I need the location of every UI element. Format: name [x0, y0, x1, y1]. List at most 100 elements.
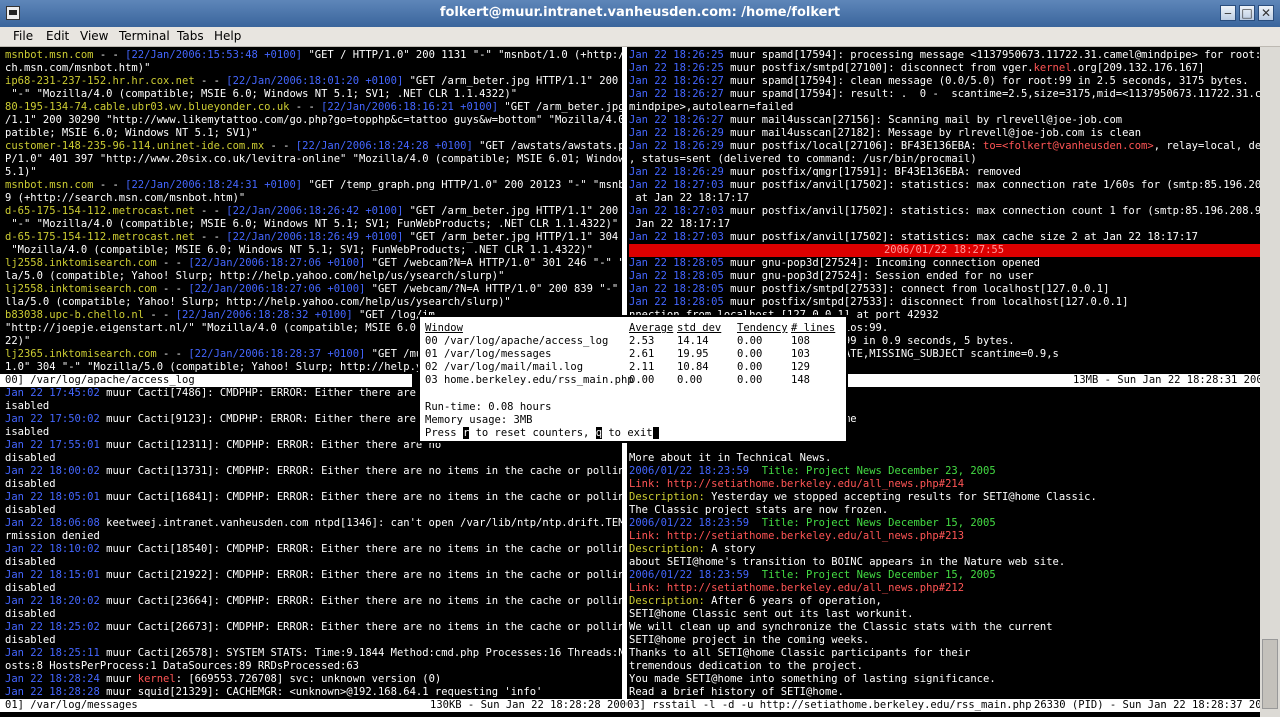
access-log-line: 5.1)" [5, 166, 37, 178]
messages-log-line: Jan 22 18:10:02 muur Cacti[18540]: CMDPH… [5, 543, 622, 555]
menu-bar: File Edit View Terminal Tabs Help [0, 27, 1280, 47]
menu-view[interactable]: View [80, 29, 108, 43]
status-bar-mail-log: 13MB - Sun Jan 22 18:28:31 2006 [848, 374, 1260, 387]
press-mid: to reset counters, [469, 427, 596, 439]
popup-cell: 148 [791, 374, 810, 386]
messages-log-line: osts:8 HostsPerProcess:1 DataSources:89 … [5, 660, 360, 672]
access-log-line: lj2558.inktomisearch.com - - [22/Jan/200… [5, 283, 619, 295]
messages-log-line: Jan 22 17:55:01 muur Cacti[12311]: CMDPH… [5, 439, 442, 451]
menu-file[interactable]: File [13, 29, 33, 43]
rss-log-line: Link: http://setiathome.berkeley.edu/all… [629, 530, 965, 542]
messages-log-line: Jan 22 18:28:28 muur squid[21329]: CACHE… [5, 686, 543, 698]
rss-log-line: You made SETI@home into something of las… [629, 673, 996, 685]
messages-log-line: disabled [5, 452, 56, 464]
popup-cell: 03 home.berkeley.edu/rss_main.php [425, 374, 634, 386]
access-log-line: P/1.0" 401 397 "http://www.20six.co.uk/l… [5, 153, 622, 165]
popup-cell: 0.00 [737, 361, 763, 373]
access-log-line: "http://joepje.eigenstart.nl/" "Mozilla/… [5, 322, 435, 334]
mail-log-line: Jan 22 18:27:03 muur postfix/anvil[17502… [629, 205, 1260, 217]
popup-cell: 2.61 [629, 348, 655, 360]
messages-log-line: Jan 22 18:06:08 keetweej.intranet.vanheu… [5, 517, 622, 529]
rss-log-line: Description: Yesterday we stopped accept… [629, 491, 1097, 503]
access-log-line: "-" "Mozilla/4.0 (compatible; MSIE 6.0; … [5, 218, 619, 230]
rss-log-line: Link: http://setiathome.berkeley.edu/all… [629, 478, 965, 490]
popup-cell: 0.00 [629, 374, 655, 386]
access-log-line: 9 (+http://search.msn.com/msnbot.htm)" [5, 192, 246, 204]
window-titlebar[interactable]: folkert@muur.intranet.vanheusden.com: /h… [0, 0, 1280, 27]
popup-cell: 2.53 [629, 335, 655, 347]
mail-log-line: Jan 22 18:28:05 muur postfix/smtpd[27533… [629, 296, 1129, 308]
access-log-line: /1.1" 200 30290 "http://www.likemytattoo… [5, 114, 622, 126]
messages-log-line: Jan 22 17:50:02 muur Cacti[9123]: CMDPHP… [5, 413, 435, 425]
press-suffix: to exit [602, 427, 653, 439]
rss-log-line: about SETI@home's transition to BOINC ap… [629, 556, 1066, 568]
messages-log-line: isabled [5, 426, 50, 438]
access-log-line: d-65-175-154-112.metrocast.net - - [22/J… [5, 231, 619, 243]
minimize-button[interactable]: ‒ [1220, 5, 1236, 21]
access-log-line: ch.msn.com/msnbot.htm)" [5, 62, 151, 74]
messages-log-line: Jan 22 17:45:02 muur Cacti[7486]: CMDPHP… [5, 387, 435, 399]
scrollbar-thumb[interactable] [1262, 639, 1278, 709]
mail-log-line: Jan 22 18:27:03 muur postfix/anvil[17502… [629, 231, 1198, 243]
popup-cell: 10.84 [677, 361, 709, 373]
terminal-scrollbar[interactable] [1260, 47, 1280, 717]
access-log-line: patible; MSIE 6.0; Windows NT 5.1; SV1)" [5, 127, 258, 139]
rss-log-line: SETI@home project in the coming weeks. [629, 634, 870, 646]
access-log-line: lla/5.0 (compatible; Yahoo! Slurp; http:… [5, 296, 511, 308]
menu-edit[interactable]: Edit [46, 29, 69, 43]
messages-log-line: Jan 22 18:15:01 muur Cacti[21922]: CMDPH… [5, 569, 622, 581]
mail-log-line: Jan 22 18:17:17 [629, 218, 731, 230]
access-log-line: "Mozilla/4.0 (compatible; MSIE 6.0; Wind… [5, 244, 593, 256]
popup-cell: 01 /var/log/messages [425, 348, 552, 360]
mail-log-line: at Jan 22 18:17:17 [629, 192, 750, 204]
access-log-line: la/5.0 (compatible; Yahoo! Slurp; http:/… [5, 270, 505, 282]
status-rss-info: 26330 (PID) - Sun Jan 22 18:28:37 200 [1034, 699, 1260, 711]
menu-help[interactable]: Help [214, 29, 241, 43]
access-log-line: d-65-175-154-112.metrocast.net - - [22/J… [5, 205, 619, 217]
status-bar-access-log: 00] /var/log/apache/access_log [0, 374, 412, 387]
access-log-line: 22)" [5, 335, 31, 347]
access-log-line: msnbot.msn.com - - [22/Jan/2006:15:53:48… [5, 49, 622, 61]
messages-log-line: Jan 22 18:20:02 muur Cacti[23664]: CMDPH… [5, 595, 622, 607]
access-log-line: b83038.upc-b.chello.nl - - [22/Jan/2006:… [5, 309, 435, 321]
mail-log-line: Jan 22 18:26:29 muur mail4usscan[27182]:… [629, 127, 1142, 139]
status-access-log-name: 00] /var/log/apache/access_log [5, 374, 195, 386]
access-log-line: 1.0" 304 "-" "Mozilla/5.0 (compatible; Y… [5, 361, 467, 373]
rss-log-line: Description: After 6 years of operation, [629, 595, 882, 607]
mail-log-line: Jan 22 18:26:25 muur postfix/smtpd[27100… [629, 62, 1205, 74]
menu-terminal[interactable]: Terminal [119, 29, 170, 43]
messages-log-line: isabled [5, 400, 50, 412]
popup-cell: 0.00 [677, 374, 703, 386]
status-mail-log-info: 13MB - Sun Jan 22 18:28:31 2006 [1073, 374, 1260, 386]
maximize-button[interactable]: □ [1239, 5, 1255, 21]
rss-log-line: tremendous dedication to the project. [629, 660, 863, 672]
access-log-line: 80-195-134-74.cable.ubr03.wv.blueyonder.… [5, 101, 622, 113]
status-rss-command: 03] rsstail -l -d -u http://setiathome.b… [627, 699, 1032, 711]
access-log-line: "-" "Mozilla/4.0 (compatible; MSIE 6.0; … [5, 88, 518, 100]
header-average: Average [629, 322, 674, 334]
messages-log-line: disabled [5, 634, 56, 646]
messages-log-line: Jan 22 18:25:11 muur Cacti[26578]: SYSTE… [5, 647, 622, 659]
rss-log-line: Description: A story [629, 543, 756, 555]
popup-cell: 00 /var/log/apache/access_log [425, 335, 609, 347]
mail-log-line: Jan 22 18:26:27 muur spamd[17594]: resul… [629, 88, 1260, 100]
rss-log-line: SETI@home Classic sent out its last work… [629, 608, 914, 620]
access-log-line: lj2365.inktomisearch.com - - [22/Jan/200… [5, 348, 435, 360]
popup-memory: Memory usage: 3MB [425, 414, 533, 426]
mail-log-line: Jan 22 18:26:29 muur postfix/local[27106… [629, 140, 1260, 152]
messages-log-line: rmission denied [5, 530, 100, 542]
mail-log-line: Jan 22 18:26:27 muur spamd[17594]: clean… [629, 75, 1249, 87]
menu-tabs[interactable]: Tabs [177, 29, 204, 43]
popup-cell: 0.00 [737, 335, 763, 347]
popup-cell: 108 [791, 335, 810, 347]
header-stddev: std dev [677, 322, 722, 334]
popup-cell: 0.00 [737, 374, 763, 386]
popup-header-row: Window Average std dev Tendency # lines [425, 322, 835, 335]
popup-cell: 0.00 [737, 348, 763, 360]
status-bar-messages: 01] /var/log/messages 130KB - Sun Jan 22… [0, 699, 627, 712]
mail-log-line: mindpipe>,autolearn=failed [629, 101, 794, 113]
popup-cell: 02 /var/log/mail/mail.log [425, 361, 584, 373]
statistics-popup: Window Average std dev Tendency # lines … [418, 315, 848, 443]
close-button[interactable]: ✕ [1258, 5, 1274, 21]
mail-log-line: Jan 22 18:28:05 muur gnu-pop3d[27524]: I… [629, 257, 1040, 269]
